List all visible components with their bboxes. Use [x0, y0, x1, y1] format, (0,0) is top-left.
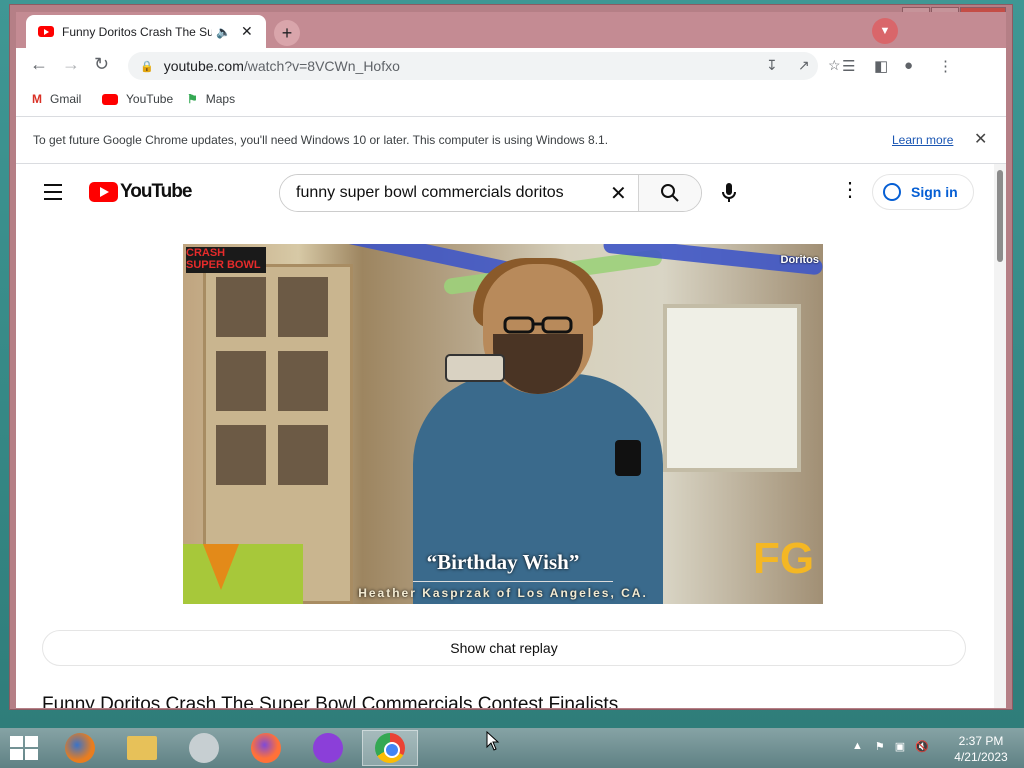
bookmark-star-icon[interactable]: ☆ — [828, 57, 841, 74]
firefox-icon — [65, 733, 95, 763]
infobar-message: To get future Google Chrome updates, you… — [33, 133, 609, 147]
taskbar-firefox-old[interactable] — [52, 730, 108, 766]
back-arrow-icon[interactable]: ← — [30, 54, 48, 75]
taskbar-file-explorer[interactable] — [114, 730, 170, 766]
sign-in-button[interactable]: Sign in — [872, 174, 974, 210]
bookmark-maps[interactable]: ⚑ Maps — [187, 92, 235, 106]
taskbar-app-arrow[interactable] — [176, 730, 232, 766]
system-tray: ▲ ⚑ ▣ 🔇 — [852, 740, 929, 753]
toolbar: ← → ↻ 🔒 youtube.com/watch?v=8VCWn_Hofxo … — [16, 48, 1006, 84]
install-app-icon[interactable]: ↧ — [766, 57, 778, 74]
infobar-close-icon[interactable]: ✕ — [974, 129, 987, 149]
video-phone — [615, 440, 641, 476]
search-icon — [661, 184, 679, 202]
firefox-new-icon — [251, 733, 281, 763]
tab-close-icon[interactable]: ✕ — [241, 23, 253, 40]
video-caption-divider — [413, 581, 613, 582]
speaker-icon[interactable]: 🔈 — [216, 25, 231, 39]
clock-date: 4/21/2023 — [954, 750, 1008, 764]
hamburger-menu-icon[interactable] — [44, 184, 62, 205]
start-button[interactable] — [10, 736, 38, 760]
learn-more-link[interactable]: Learn more — [892, 133, 953, 147]
maps-pin-icon: ⚑ — [187, 92, 198, 106]
taskbar-clock[interactable]: 2:37 PM 4/21/2023 — [948, 733, 1014, 765]
video-glasses — [503, 316, 573, 334]
menu-kebab-icon[interactable]: ⋮ — [938, 57, 953, 75]
bookmarks-bar: M Gmail YouTube ⚑ Maps — [16, 84, 1006, 114]
tray-expand-icon[interactable]: ▲ — [852, 740, 863, 753]
network-icon[interactable]: ▣ — [895, 740, 905, 753]
video-camcorder — [445, 354, 505, 382]
folder-icon — [127, 736, 157, 760]
profile-avatar-icon[interactable]: ● — [904, 57, 913, 74]
chrome-window: — □ ✕ Funny Doritos Crash The Super Bowl… — [9, 4, 1013, 710]
clock-time: 2:37 PM — [958, 734, 1004, 748]
chrome-icon — [375, 733, 405, 763]
youtube-icon — [102, 93, 118, 105]
taskbar: ▲ ⚑ ▣ 🔇 2:37 PM 4/21/2023 — [0, 728, 1024, 768]
taskbar-app-mask[interactable] — [300, 730, 356, 766]
arrow-app-icon — [189, 733, 219, 763]
youtube-logo[interactable]: YouTube — [89, 181, 192, 203]
user-circle-icon — [883, 183, 901, 201]
side-panel-icon[interactable]: ◧ — [874, 57, 888, 75]
video-corner-logo-left: CRASH SUPER BOWL — [186, 247, 266, 273]
tab-title: Funny Doritos Crash The Super Bowl Comme… — [62, 24, 212, 39]
show-chat-replay-button[interactable]: Show chat replay — [42, 630, 966, 666]
address-bar[interactable]: 🔒 youtube.com/watch?v=8VCWn_Hofxo ↧ ↗ ☆ — [128, 52, 841, 80]
tab-search-button[interactable]: ▼ — [872, 18, 898, 44]
bookmark-youtube[interactable]: YouTube — [102, 92, 173, 106]
tab-strip: Funny Doritos Crash The Super Bowl Comme… — [16, 12, 1006, 48]
clear-search-icon[interactable]: ✕ — [610, 181, 627, 206]
media-queue-icon[interactable]: ☰ — [842, 57, 855, 75]
youtube-play-icon — [89, 182, 118, 202]
reload-icon[interactable]: ↻ — [94, 54, 109, 75]
page-scrollbar[interactable] — [994, 164, 1006, 708]
mouse-cursor-icon — [486, 731, 500, 751]
update-infobar: To get future Google Chrome updates, you… — [16, 116, 1006, 164]
mask-app-icon — [313, 733, 343, 763]
action-center-flag-icon[interactable]: ⚑ — [875, 740, 885, 753]
taskbar-chrome[interactable] — [362, 730, 418, 766]
video-title: Funny Doritos Crash The Super Bowl Comme… — [42, 694, 619, 708]
microphone-icon[interactable] — [716, 180, 742, 206]
forward-arrow-icon[interactable]: → — [62, 54, 80, 75]
tab-active[interactable]: Funny Doritos Crash The Super Bowl Comme… — [26, 15, 266, 48]
bookmark-gmail[interactable]: M Gmail — [32, 92, 81, 106]
scrollbar-thumb[interactable] — [997, 170, 1003, 262]
volume-muted-icon[interactable]: 🔇 — [915, 740, 929, 753]
search-input[interactable] — [280, 175, 656, 211]
settings-kebab-icon[interactable]: ⋮ — [840, 180, 860, 200]
share-icon[interactable]: ↗ — [798, 57, 810, 74]
taskbar-firefox[interactable] — [238, 730, 294, 766]
video-player[interactable]: CRASH SUPER BOWL Doritos FG “Birthday Wi… — [183, 244, 823, 604]
lock-icon[interactable]: 🔒 — [140, 60, 154, 73]
video-caption-title: “Birthday Wish” — [426, 550, 580, 574]
new-tab-button[interactable]: + — [274, 20, 300, 46]
video-caption-author: Heather Kasprzak of Los Angeles, CA. — [358, 586, 648, 600]
browser: Funny Doritos Crash The Super Bowl Comme… — [16, 12, 1006, 708]
video-corner-logo-right: Doritos — [780, 254, 820, 266]
search-box: ✕ — [279, 174, 702, 212]
url-text[interactable]: youtube.com/watch?v=8VCWn_Hofxo — [164, 58, 400, 74]
youtube-page: YouTube ✕ ⋮ Sign in — [16, 164, 994, 708]
search-button[interactable] — [638, 175, 701, 211]
video-window — [663, 304, 801, 472]
gmail-icon: M — [32, 92, 42, 106]
youtube-favicon-icon — [38, 26, 54, 37]
